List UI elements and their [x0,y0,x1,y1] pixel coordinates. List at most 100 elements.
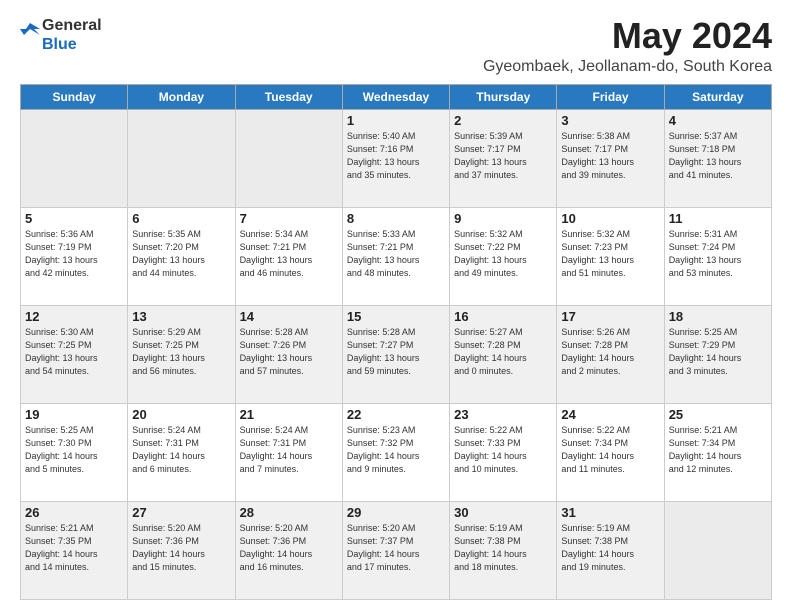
calendar-cell: 25 Sunrise: 5:21 AM Sunset: 7:34 PM Dayli… [664,403,771,501]
cell-info: Sunrise: 5:33 AM Sunset: 7:21 PM Dayligh… [347,228,445,280]
calendar-week-5: 26Sunrise: 5:21 AM Sunset: 7:35 PM Dayli… [21,501,772,599]
header: General Blue May 2024 Gyeombaek, Jeollan… [20,16,772,76]
calendar-cell: 20 Sunrise: 5:24 AM Sunset: 7:31 PM Dayli… [128,403,235,501]
cell-info: Sunrise: 5:34 AM Sunset: 7:21 PM Dayligh… [240,228,338,280]
calendar-table: Sunday Monday Tuesday Wednesday Thursday… [20,84,772,600]
page: General Blue May 2024 Gyeombaek, Jeollan… [0,0,792,612]
cell-info: Sunrise: 5:35 AM Sunset: 7:20 PM Dayligh… [132,228,230,280]
day-number: 14 [240,309,338,324]
day-number: 29 [347,505,445,520]
calendar-cell: 16Sunrise: 5:27 AM Sunset: 7:28 PM Dayli… [450,305,557,403]
calendar-cell: 6 Sunrise: 5:35 AM Sunset: 7:20 PM Daylig… [128,207,235,305]
cell-info: Sunrise: 5:32 AM Sunset: 7:23 PM Dayligh… [561,228,659,280]
day-number: 10 [561,211,659,226]
calendar-cell: 30Sunrise: 5:19 AM Sunset: 7:38 PM Dayli… [450,501,557,599]
cell-info: Sunrise: 5:19 AM Sunset: 7:38 PM Dayligh… [561,522,659,574]
cell-info: Sunrise: 5:22 AM Sunset: 7:33 PM Dayligh… [454,424,552,476]
calendar-cell: 8 Sunrise: 5:33 AM Sunset: 7:21 PM Daylig… [342,207,449,305]
calendar-cell: 15Sunrise: 5:28 AM Sunset: 7:27 PM Dayli… [342,305,449,403]
header-row: Sunday Monday Tuesday Wednesday Thursday… [21,84,772,109]
subtitle: Gyeombaek, Jeollanam-do, South Korea [483,58,772,76]
calendar-cell: 31 Sunrise: 5:19 AM Sunset: 7:38 PM Dayli… [557,501,664,599]
day-number: 1 [347,113,445,128]
cell-info: Sunrise: 5:24 AM Sunset: 7:31 PM Dayligh… [132,424,230,476]
cell-info: Sunrise: 5:20 AM Sunset: 7:37 PM Dayligh… [347,522,445,574]
calendar-cell: 12 Sunrise: 5:30 AM Sunset: 7:25 PM Dayli… [21,305,128,403]
calendar-cell: 3Sunrise: 5:38 AM Sunset: 7:17 PM Daylig… [557,109,664,207]
day-number: 19 [25,407,123,422]
day-number: 30 [454,505,552,520]
cell-info: Sunrise: 5:21 AM Sunset: 7:34 PM Dayligh… [669,424,767,476]
day-number: 20 [132,407,230,422]
calendar-cell: 17 Sunrise: 5:26 AM Sunset: 7:28 PM Dayli… [557,305,664,403]
calendar-week-3: 12 Sunrise: 5:30 AM Sunset: 7:25 PM Dayli… [21,305,772,403]
cell-info: Sunrise: 5:25 AM Sunset: 7:29 PM Dayligh… [669,326,767,378]
cell-info: Sunrise: 5:24 AM Sunset: 7:31 PM Dayligh… [240,424,338,476]
cell-info: Sunrise: 5:39 AM Sunset: 7:17 PM Dayligh… [454,130,552,182]
calendar-cell: 14 Sunrise: 5:28 AM Sunset: 7:26 PM Dayli… [235,305,342,403]
cell-info: Sunrise: 5:21 AM Sunset: 7:35 PM Dayligh… [25,522,123,574]
cell-info: Sunrise: 5:36 AM Sunset: 7:19 PM Dayligh… [25,228,123,280]
day-number: 12 [25,309,123,324]
calendar-week-2: 5Sunrise: 5:36 AM Sunset: 7:19 PM Daylig… [21,207,772,305]
day-number: 17 [561,309,659,324]
day-number: 24 [561,407,659,422]
calendar-cell: 18 Sunrise: 5:25 AM Sunset: 7:29 PM Dayli… [664,305,771,403]
calendar-cell: 11Sunrise: 5:31 AM Sunset: 7:24 PM Dayli… [664,207,771,305]
cell-info: Sunrise: 5:28 AM Sunset: 7:26 PM Dayligh… [240,326,338,378]
cell-info: Sunrise: 5:22 AM Sunset: 7:34 PM Dayligh… [561,424,659,476]
day-number: 18 [669,309,767,324]
cell-info: Sunrise: 5:28 AM Sunset: 7:27 PM Dayligh… [347,326,445,378]
cell-info: Sunrise: 5:30 AM Sunset: 7:25 PM Dayligh… [25,326,123,378]
calendar-cell: 5Sunrise: 5:36 AM Sunset: 7:19 PM Daylig… [21,207,128,305]
calendar-cell [128,109,235,207]
calendar-cell: 22 Sunrise: 5:23 AM Sunset: 7:32 PM Dayli… [342,403,449,501]
day-number: 6 [132,211,230,226]
calendar-cell: 26Sunrise: 5:21 AM Sunset: 7:35 PM Dayli… [21,501,128,599]
col-wednesday: Wednesday [342,84,449,109]
day-number: 13 [132,309,230,324]
title-block: May 2024 Gyeombaek, Jeollanam-do, South … [483,16,772,76]
cell-info: Sunrise: 5:26 AM Sunset: 7:28 PM Dayligh… [561,326,659,378]
day-number: 31 [561,505,659,520]
day-number: 28 [240,505,338,520]
calendar-cell: 2 Sunrise: 5:39 AM Sunset: 7:17 PM Daylig… [450,109,557,207]
day-number: 22 [347,407,445,422]
cell-info: Sunrise: 5:23 AM Sunset: 7:32 PM Dayligh… [347,424,445,476]
day-number: 8 [347,211,445,226]
cell-info: Sunrise: 5:32 AM Sunset: 7:22 PM Dayligh… [454,228,552,280]
day-number: 7 [240,211,338,226]
calendar-cell: 29 Sunrise: 5:20 AM Sunset: 7:37 PM Dayli… [342,501,449,599]
day-number: 21 [240,407,338,422]
day-number: 16 [454,309,552,324]
calendar-cell: 9Sunrise: 5:32 AM Sunset: 7:22 PM Daylig… [450,207,557,305]
col-monday: Monday [128,84,235,109]
calendar-cell [235,109,342,207]
day-number: 23 [454,407,552,422]
cell-info: Sunrise: 5:37 AM Sunset: 7:18 PM Dayligh… [669,130,767,182]
logo-bird-icon [20,21,40,49]
cell-info: Sunrise: 5:20 AM Sunset: 7:36 PM Dayligh… [132,522,230,574]
calendar-cell: 4 Sunrise: 5:37 AM Sunset: 7:18 PM Daylig… [664,109,771,207]
calendar-week-1: 1 Sunrise: 5:40 AM Sunset: 7:16 PM Daylig… [21,109,772,207]
cell-info: Sunrise: 5:25 AM Sunset: 7:30 PM Dayligh… [25,424,123,476]
cell-info: Sunrise: 5:40 AM Sunset: 7:16 PM Dayligh… [347,130,445,182]
logo-general: General [42,16,102,35]
col-thursday: Thursday [450,84,557,109]
calendar-cell: 10 Sunrise: 5:32 AM Sunset: 7:23 PM Dayli… [557,207,664,305]
day-number: 11 [669,211,767,226]
calendar-cell: 21 Sunrise: 5:24 AM Sunset: 7:31 PM Dayli… [235,403,342,501]
logo: General Blue [20,16,102,54]
logo-blue: Blue [42,35,102,54]
cell-info: Sunrise: 5:29 AM Sunset: 7:25 PM Dayligh… [132,326,230,378]
col-saturday: Saturday [664,84,771,109]
day-number: 25 [669,407,767,422]
calendar-cell: 19 Sunrise: 5:25 AM Sunset: 7:30 PM Dayli… [21,403,128,501]
day-number: 4 [669,113,767,128]
calendar-cell: 13 Sunrise: 5:29 AM Sunset: 7:25 PM Dayli… [128,305,235,403]
calendar-cell: 1 Sunrise: 5:40 AM Sunset: 7:16 PM Daylig… [342,109,449,207]
day-number: 27 [132,505,230,520]
calendar-cell: 23 Sunrise: 5:22 AM Sunset: 7:33 PM Dayli… [450,403,557,501]
day-number: 2 [454,113,552,128]
calendar-cell: 27 Sunrise: 5:20 AM Sunset: 7:36 PM Dayli… [128,501,235,599]
